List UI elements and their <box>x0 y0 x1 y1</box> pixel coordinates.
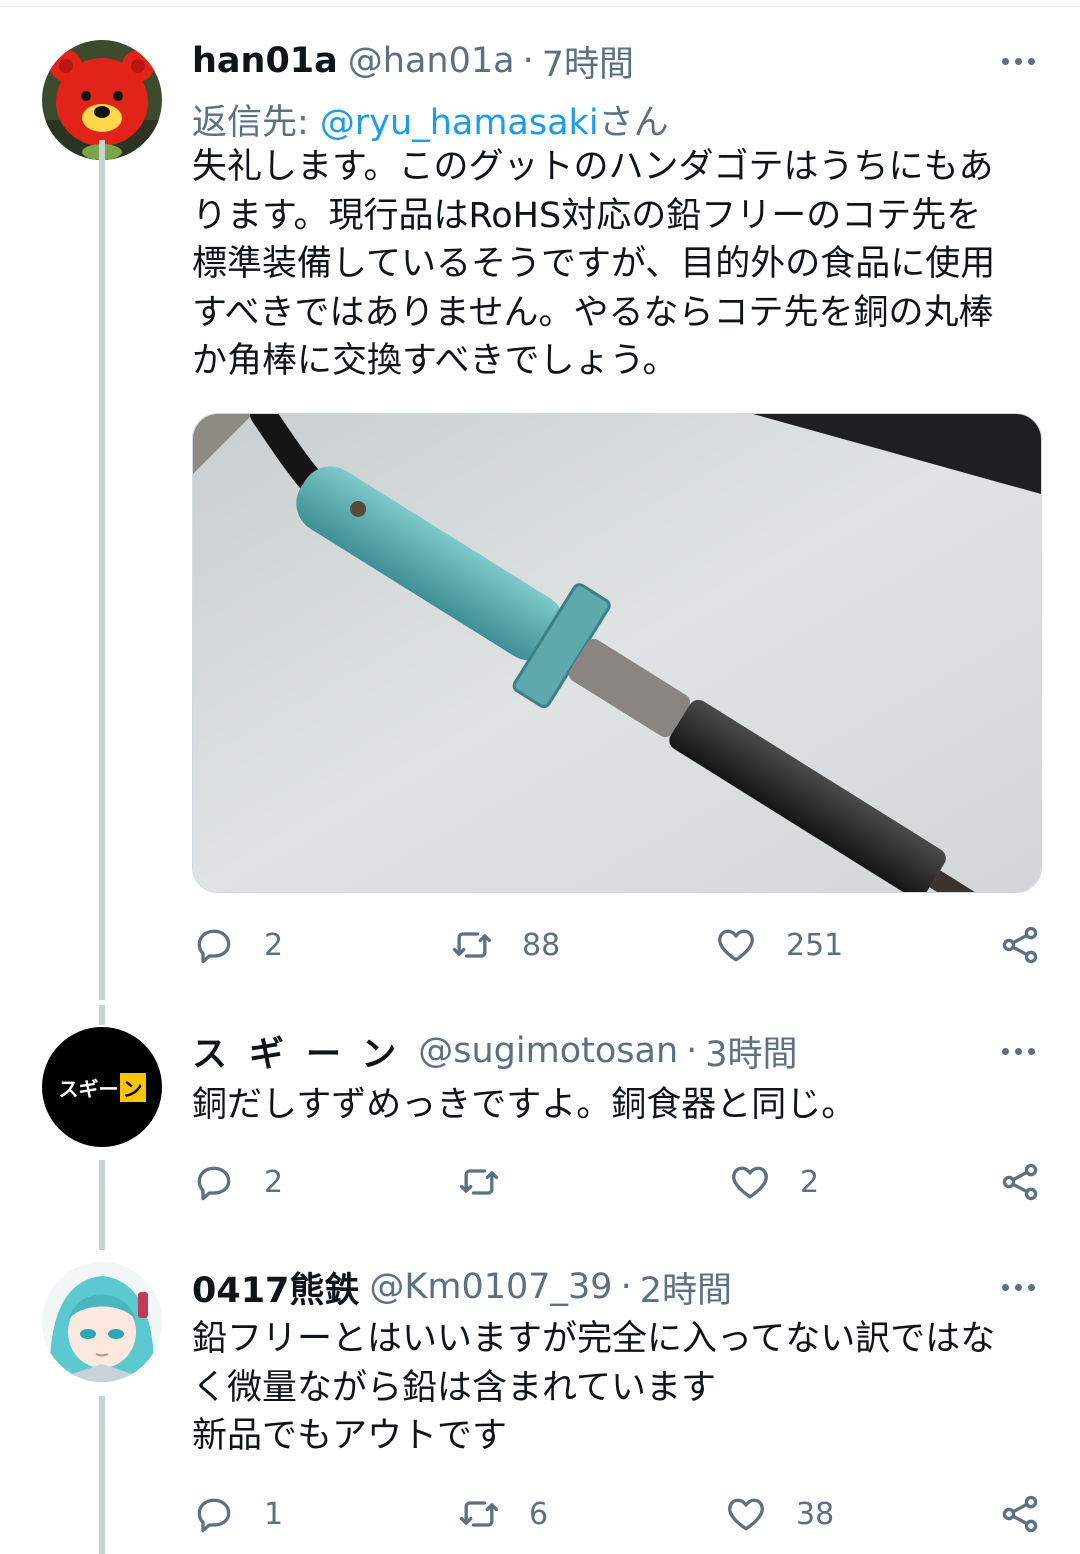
avatar-logo-text: スギー <box>58 1076 119 1101</box>
user-handle[interactable]: @sugimotosan <box>418 1031 678 1071</box>
tweet-1[interactable]: han01a @han01a · 7時間 返信先: @ryu_hamasakiさ… <box>0 0 1080 1000</box>
tweet-text-line: く微量ながら鉛は含まれています <box>192 1367 716 1408</box>
display-name[interactable]: han01a <box>192 41 338 81</box>
tweet-text-line: すべきではありません。やるならコテ先を銅の丸棒 <box>192 292 994 333</box>
reply-to-mention[interactable]: @ryu_hamasaki <box>320 103 599 143</box>
user-handle[interactable]: @Km0107_39 <box>369 1267 612 1307</box>
display-name[interactable]: スギーン <box>192 1026 418 1077</box>
more-icon[interactable] <box>998 1267 1038 1307</box>
retweet-button[interactable] <box>457 1152 529 1212</box>
share-icon <box>1002 926 1038 964</box>
more-icon[interactable] <box>998 1031 1038 1071</box>
reply-icon <box>197 1166 231 1201</box>
tweet-header: 0417熊鉄 @Km0107_39 · 2時間 <box>192 1263 732 1311</box>
reply-button[interactable]: 2 <box>192 1152 283 1212</box>
share-icon <box>1002 1495 1038 1533</box>
tweet-text-line: 失礼します。このグットのハンダゴテはうちにもあ <box>192 147 994 187</box>
soldering-iron-photo <box>193 414 1041 892</box>
tweet-actions: 2 88 251 <box>192 915 1042 975</box>
tweet-text: 鉛フリーとはいいますが完全に入ってない訳ではな く微量ながら鉛は含まれています … <box>192 1315 1042 1461</box>
retweet-icon <box>452 932 492 958</box>
thread-line <box>99 1160 105 1250</box>
avatar-logo-mark: ン <box>119 1072 146 1102</box>
tweet-actions: 1 6 38 <box>192 1484 1042 1544</box>
avatar-image <box>42 1262 162 1382</box>
avatar[interactable]: スギー ン <box>42 1027 162 1147</box>
retweet-button[interactable]: 6 <box>457 1484 548 1544</box>
share-button[interactable] <box>998 1484 1042 1544</box>
retweet-button[interactable]: 88 <box>450 915 560 975</box>
timestamp[interactable]: 7時間 <box>542 36 634 87</box>
reply-icon <box>197 929 231 964</box>
reply-count: 1 <box>264 1496 284 1532</box>
retweet-count: 6 <box>529 1496 549 1532</box>
separator: · <box>620 1267 632 1307</box>
heart-icon <box>728 1498 764 1531</box>
avatar[interactable] <box>42 1262 162 1382</box>
tweet-text: 失礼します。このグットのハンダゴテはうちにもあ ります。現行品はRoHS対応の鉛… <box>192 143 1042 386</box>
more-icon[interactable] <box>998 41 1038 81</box>
share-icon <box>1002 1163 1038 1201</box>
reply-to-label: 返信先: <box>192 103 320 143</box>
reply-button[interactable]: 2 <box>192 915 283 975</box>
separator: · <box>522 41 534 81</box>
separator: · <box>686 1031 698 1071</box>
retweet-icon <box>459 1169 499 1195</box>
tweet-header: スギーン @sugimotosan · 3時間 <box>192 1027 798 1075</box>
tweet-text-line: 新品でもアウトです <box>192 1416 508 1456</box>
reply-to: 返信先: @ryu_hamasakiさん <box>192 94 669 145</box>
thread-line <box>99 140 105 1000</box>
user-handle[interactable]: @han01a <box>348 41 515 81</box>
like-count: 251 <box>786 927 844 963</box>
tweet-photo[interactable] <box>192 413 1042 893</box>
tweet-text-line: か角棒に交換すべきでしょう。 <box>192 341 678 381</box>
share-button[interactable] <box>998 915 1042 975</box>
reply-count: 2 <box>264 927 284 963</box>
tweet-text-line: 鉛フリーとはいいますが完全に入ってない訳ではな <box>192 1319 996 1359</box>
reply-count: 2 <box>264 1164 284 1200</box>
heart-icon <box>732 1166 768 1199</box>
display-name[interactable]: 0417熊鉄 <box>192 1262 359 1313</box>
tweet-header: han01a @han01a · 7時間 <box>192 37 634 85</box>
like-count: 2 <box>800 1164 820 1200</box>
tweet-actions: 2 2 <box>192 1152 1042 1212</box>
thread-line <box>99 1396 105 1554</box>
tweet-text-line: 標準装備しているそうですが、目的外の食品に使用 <box>192 244 996 284</box>
reply-button[interactable]: 1 <box>192 1484 283 1544</box>
reply-icon <box>197 1498 231 1533</box>
share-button[interactable] <box>998 1152 1042 1212</box>
tweet-3[interactable]: 0417熊鉄 @Km0107_39 · 2時間 鉛フリーとはいいますが完全に入っ… <box>0 1262 1080 1554</box>
retweet-count: 88 <box>522 927 561 963</box>
tweet-text-line: 銅だしすずめっきですよ。銅食器と同じ。 <box>192 1085 857 1125</box>
tweet-2[interactable]: スギー ン スギーン @sugimotosan · 3時間 銅だしすずめっきです… <box>0 1025 1080 1250</box>
like-button[interactable]: 38 <box>724 1484 834 1544</box>
retweet-icon <box>459 1501 499 1527</box>
reply-to-suffix: さん <box>598 103 669 143</box>
thread-line <box>99 1005 105 1025</box>
timestamp[interactable]: 2時間 <box>640 1262 732 1313</box>
like-button[interactable]: 2 <box>728 1152 819 1212</box>
like-button[interactable]: 251 <box>714 915 843 975</box>
like-count: 38 <box>796 1496 835 1532</box>
timestamp[interactable]: 3時間 <box>705 1026 797 1077</box>
tweet-text-line: ります。現行品はRoHS対応の鉛フリーのコテ先を <box>192 195 982 236</box>
tweet-text: 銅だしすずめっきですよ。銅食器と同じ。 <box>192 1081 1042 1130</box>
heart-icon <box>718 929 754 962</box>
